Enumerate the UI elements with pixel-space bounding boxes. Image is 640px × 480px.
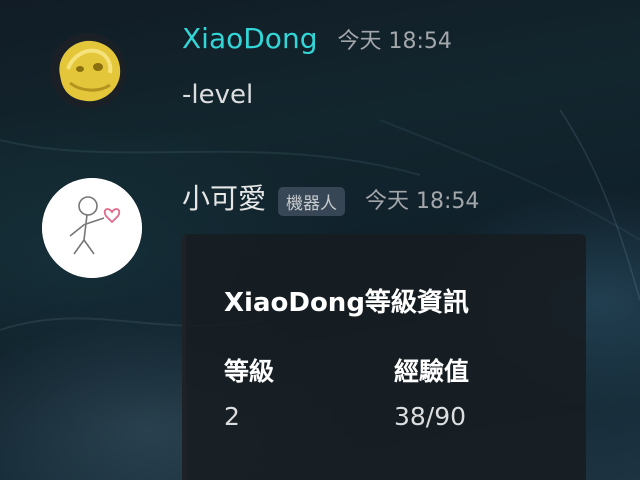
message-xiaodong: XiaoDong 今天 18:54 -level	[0, 0, 640, 150]
bot-avatar[interactable]	[42, 178, 142, 278]
field-exp-value: 38/90	[394, 402, 467, 431]
field-level-value: 2	[224, 402, 240, 431]
yellow-blob-avatar-icon	[50, 33, 126, 109]
bot-tag-badge: 機器人	[278, 186, 346, 216]
level-info-embed: XiaoDong等級資訊 等級 2 經驗值 38/90	[182, 234, 586, 480]
message-header: 小可愛 機器人 今天 18:54	[182, 182, 479, 216]
field-level-name: 等級	[224, 357, 275, 386]
embed-title: XiaoDong等級資訊	[224, 288, 469, 318]
timestamp: 今天 18:54	[337, 29, 452, 54]
message-header: XiaoDong 今天 18:54	[182, 22, 452, 56]
timestamp: 今天 18:54	[365, 189, 480, 214]
message-content: -level	[182, 80, 254, 110]
field-exp-name: 經驗值	[394, 357, 470, 386]
username[interactable]: 小可愛	[182, 182, 266, 216]
username[interactable]: XiaoDong	[182, 22, 317, 56]
stick-figure-heart-avatar-icon	[42, 178, 142, 278]
user-avatar[interactable]	[50, 33, 126, 109]
